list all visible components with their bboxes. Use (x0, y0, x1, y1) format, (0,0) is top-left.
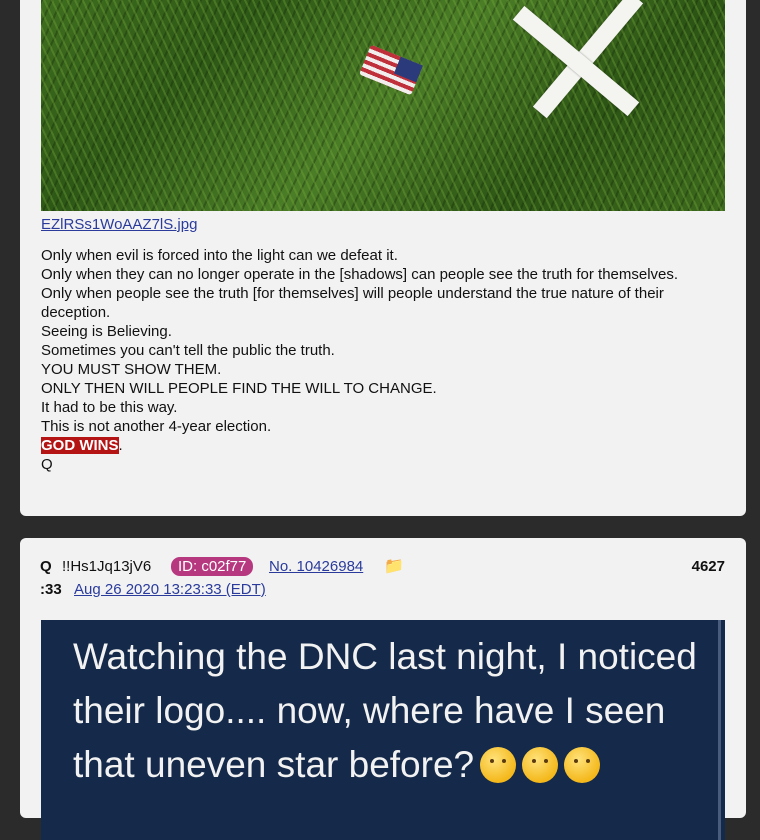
post-timestamp-link[interactable]: Aug 26 2020 13:23:33 (EDT) (74, 581, 266, 598)
post-image-tweet[interactable]: Watching the DNC last night, I noticed t… (41, 620, 725, 840)
thinking-face-icon (564, 747, 601, 783)
post-line: It had to be this way. (41, 399, 178, 416)
image-scrollbar (718, 620, 721, 840)
post-line: Only when they can no longer operate in … (41, 266, 679, 283)
image-file-link[interactable]: EZlRSs1WoAAZ7lS.jpg (41, 216, 197, 233)
post-tripcode: !!Hs1Jq13jV6 (62, 558, 152, 575)
image-caption: Watching the DNC last night, I noticed t… (73, 636, 697, 785)
thinking-face-icon (522, 747, 559, 783)
post-count-continued: :33 (40, 581, 62, 598)
image-caption-text: Watching the DNC last night, I noticed t… (73, 630, 703, 792)
post-count: 4627 (691, 558, 725, 575)
post-image-grave-cross[interactable] (41, 0, 725, 211)
highlight-suffix: . (118, 437, 123, 454)
post-body: Only when evil is forced into the light … (41, 246, 721, 474)
post-number-link[interactable]: No. 10426984 (269, 558, 363, 575)
post-line: Only when evil is forced into the light … (41, 247, 398, 264)
post-author: Q (40, 558, 52, 575)
id-badge[interactable]: ID: c02f77 (171, 557, 254, 576)
post-line: This is not another 4-year election. (41, 418, 272, 435)
post-line: Seeing is Believing. (41, 323, 172, 340)
god-wins-highlight: GOD WINS (41, 437, 119, 454)
post-line: Only when people see the truth [for them… (41, 285, 664, 321)
post-line: YOU MUST SHOW THEM. (41, 361, 222, 378)
thinking-face-icon (480, 747, 517, 783)
post-card-2: Q !!Hs1Jq13jV6 ID: c02f77 No. 10426984 📁… (20, 538, 746, 840)
post-line: Sometimes you can't tell the public the … (41, 342, 335, 359)
post-card-1: EZlRSs1WoAAZ7lS.jpg Only when evil is fo… (20, 0, 746, 516)
highlight-line: GOD WINS. (41, 436, 721, 455)
folder-icon[interactable]: 📁 (384, 556, 404, 576)
post-line: ONLY THEN WILL PEOPLE FIND THE WILL TO C… (41, 380, 437, 397)
post-signature: Q (41, 456, 53, 473)
